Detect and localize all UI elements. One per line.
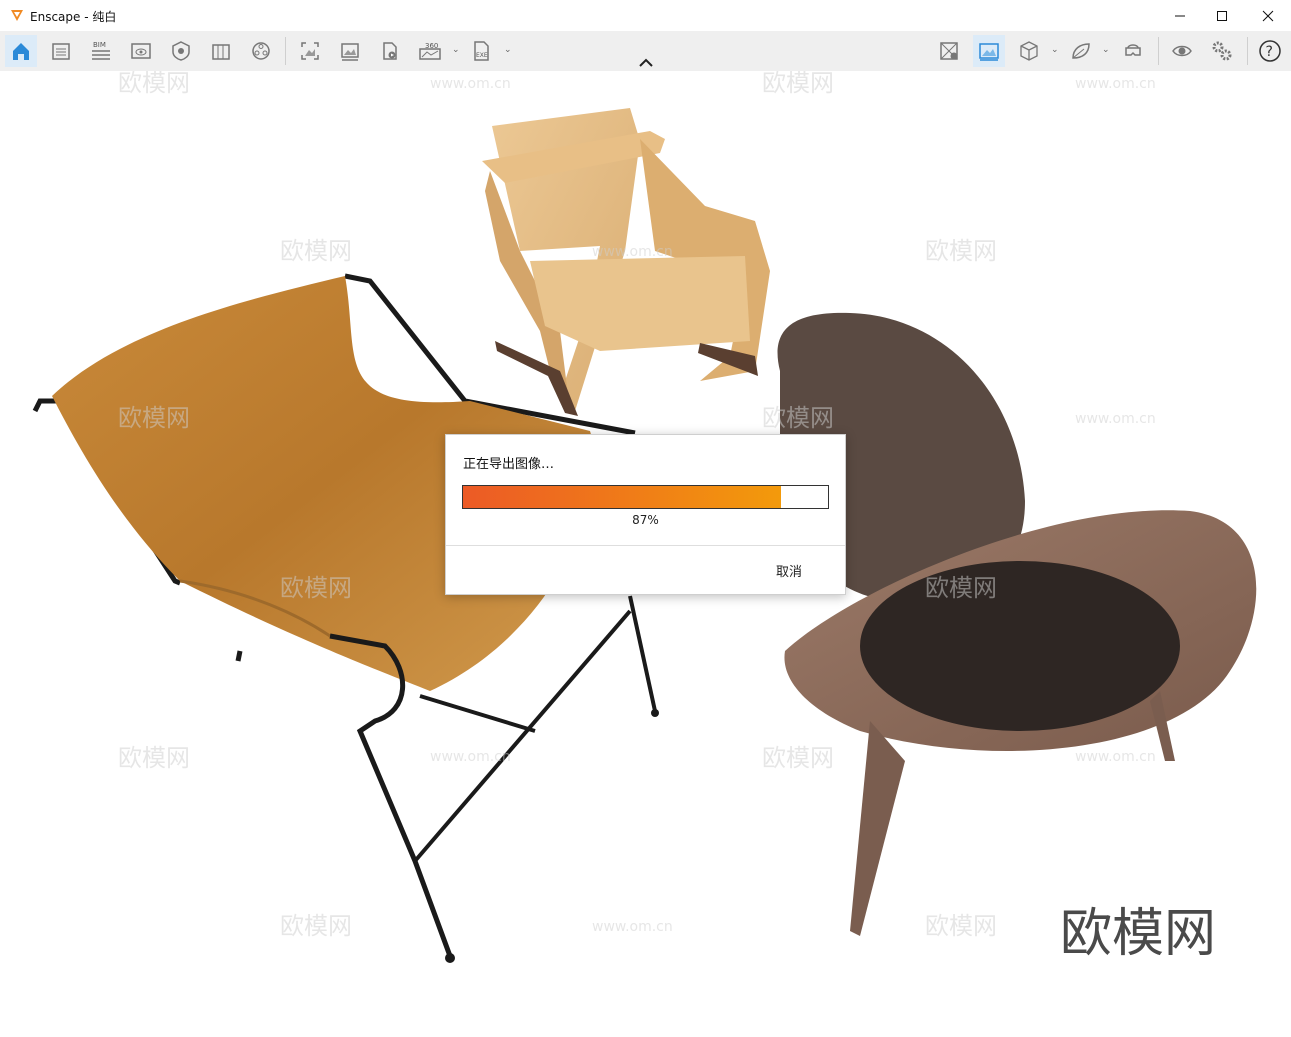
close-button[interactable]	[1245, 0, 1291, 31]
svg-text:欧模网: 欧模网	[925, 912, 997, 940]
eye-icon	[1172, 45, 1192, 57]
brand-watermark: 欧模网	[1060, 904, 1216, 964]
collapse-toolbar-icon[interactable]	[638, 57, 654, 69]
views-button[interactable]	[45, 35, 77, 67]
cancel-button[interactable]: 取消	[776, 561, 802, 580]
asset-library-button[interactable]	[205, 35, 237, 67]
svg-text:www.om.cn: www.om.cn	[1075, 411, 1156, 427]
panorama-button[interactable]: 360	[414, 35, 446, 67]
svg-text:www.om.cn: www.om.cn	[430, 76, 511, 92]
asset-library-icon	[212, 44, 230, 60]
visual-settings-icon	[172, 41, 190, 61]
batch-render-icon	[341, 43, 359, 61]
maximize-icon	[1217, 10, 1227, 21]
minimize-button[interactable]	[1157, 0, 1203, 31]
vr-headset-button[interactable]	[1117, 35, 1149, 67]
title-bar: Enscape - 纯白	[0, 0, 1291, 31]
svg-text:?: ?	[1266, 44, 1273, 60]
batch-render-button[interactable]	[334, 35, 366, 67]
cube-view-icon	[1020, 41, 1038, 61]
toolbar-separator	[285, 37, 286, 65]
svg-text:欧模网: 欧模网	[762, 71, 834, 97]
capture-icon	[131, 43, 151, 59]
progress-bar	[462, 485, 829, 509]
help-button[interactable]: ?	[1254, 35, 1286, 67]
svg-text:www.om.cn: www.om.cn	[1075, 749, 1156, 765]
feedback-icon	[1072, 43, 1090, 59]
exe-export-button[interactable]: EXE	[466, 35, 498, 67]
enscape-logo-icon	[11, 10, 23, 21]
bim-button[interactable]: BIM	[85, 35, 117, 67]
views-icon	[52, 43, 70, 60]
chevron-down-icon[interactable]: ⌄	[452, 45, 460, 55]
maximize-button[interactable]	[1199, 0, 1245, 31]
exe-export-icon: EXE	[474, 41, 489, 61]
shell-chair	[777, 312, 1257, 936]
progress-fill	[463, 486, 781, 508]
window-title: Enscape - 纯白	[30, 10, 117, 24]
settings-icon	[1212, 41, 1232, 61]
settings-button[interactable]	[1206, 35, 1238, 67]
export-dialog: 正在导出图像… 87% 取消	[445, 434, 846, 595]
video-editor-button[interactable]	[374, 35, 406, 67]
toolbar-separator	[1158, 37, 1159, 65]
capture-button[interactable]	[125, 35, 157, 67]
chevron-down-icon[interactable]: ⌄	[1102, 45, 1110, 55]
svg-text:BIM: BIM	[93, 41, 106, 49]
progress-percentage: 87%	[632, 513, 659, 527]
cube-view-button[interactable]	[1013, 35, 1045, 67]
help-icon: ?	[1259, 40, 1281, 62]
svg-text:www.om.cn: www.om.cn	[592, 244, 673, 260]
screenshot-button[interactable]	[294, 35, 326, 67]
bim-icon: BIM	[92, 41, 110, 60]
chevron-down-icon[interactable]: ⌄	[504, 45, 512, 55]
svg-text:www.om.cn: www.om.cn	[592, 919, 673, 935]
panorama-icon: 360	[419, 42, 441, 60]
svg-text:欧模网: 欧模网	[118, 404, 190, 432]
eye-button[interactable]	[1166, 35, 1198, 67]
svg-text:欧模网: 欧模网	[762, 744, 834, 772]
home-button[interactable]	[5, 35, 37, 67]
material-editor-button[interactable]	[245, 35, 277, 67]
wooden-armchair	[482, 108, 770, 416]
feedback-button[interactable]	[1065, 35, 1097, 67]
svg-text:欧模网: 欧模网	[280, 237, 352, 265]
toolbar-separator	[1247, 37, 1248, 65]
svg-text:欧模网: 欧模网	[762, 404, 834, 432]
atmosphere-icon	[979, 43, 999, 61]
chevron-down-icon[interactable]: ⌄	[1051, 45, 1059, 55]
vr-headset-icon	[1125, 44, 1141, 56]
svg-text:欧模网: 欧模网	[925, 574, 997, 602]
material-editor-icon	[252, 42, 270, 60]
minimize-icon	[1175, 15, 1185, 16]
visual-settings-button[interactable]	[165, 35, 197, 67]
svg-text:欧模网: 欧模网	[118, 744, 190, 772]
svg-text:欧模网: 欧模网	[118, 71, 190, 97]
svg-text:www.om.cn: www.om.cn	[430, 749, 511, 765]
site-context-button[interactable]	[933, 35, 965, 67]
dialog-title: 正在导出图像…	[463, 457, 555, 472]
home-icon	[13, 43, 29, 60]
screenshot-icon	[301, 42, 319, 60]
svg-text:欧模网: 欧模网	[925, 237, 997, 265]
close-icon	[1262, 10, 1274, 21]
svg-text:EXE: EXE	[476, 52, 488, 59]
atmosphere-button[interactable]	[973, 35, 1005, 67]
video-editor-icon	[383, 42, 397, 60]
svg-text:www.om.cn: www.om.cn	[1075, 76, 1156, 92]
svg-text:欧模网: 欧模网	[280, 574, 352, 602]
svg-text:欧模网: 欧模网	[280, 912, 352, 940]
site-context-icon	[940, 42, 958, 60]
dialog-divider	[446, 545, 845, 546]
